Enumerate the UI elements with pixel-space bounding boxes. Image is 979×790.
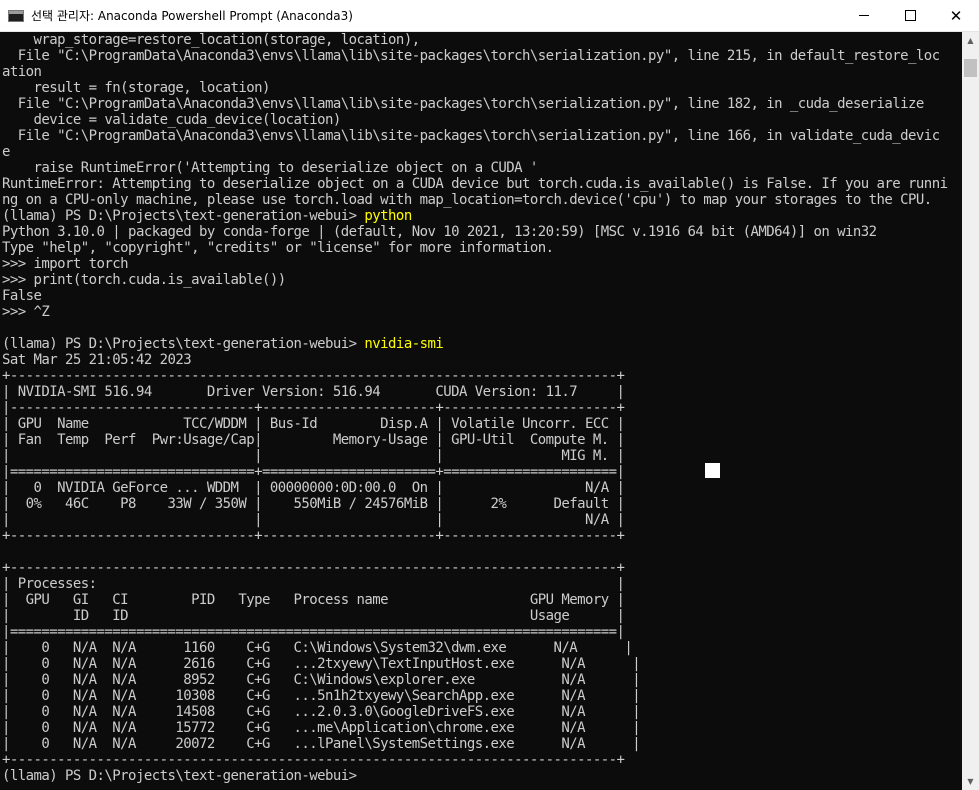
terminal-line: Type "help", "copyright", "credits" or "…: [2, 240, 554, 256]
terminal-line: | | | N/A |: [2, 512, 625, 528]
terminal-line: >>> print(torch.cuda.is_available()): [2, 272, 286, 288]
terminal-line: False: [2, 288, 42, 304]
terminal-line: >>> import torch: [2, 256, 129, 272]
terminal-line: |=======================================…: [2, 624, 625, 640]
terminal-output[interactable]: wrap_storage=restore_location(storage, l…: [0, 32, 962, 790]
terminal-line: e: [2, 144, 10, 160]
scrollbar-thumb[interactable]: [964, 59, 977, 77]
shell-prompt: (llama) PS D:\Projects\text-generation-w…: [2, 336, 365, 352]
window-title: 선택 관리자: Anaconda Powershell Prompt (Anac…: [31, 9, 353, 23]
terminal-line: RuntimeError: Attempting to deserialize …: [2, 176, 948, 192]
terminal-window: 선택 관리자: Anaconda Powershell Prompt (Anac…: [0, 0, 979, 790]
terminal-line: | 0 N/A N/A 2616 C+G ...2txyewy\TextInpu…: [2, 656, 641, 672]
terminal-cursor-block: [705, 463, 720, 478]
terminal-line: | 0 N/A N/A 1160 C+G C:\Windows\System32…: [2, 640, 633, 656]
close-button[interactable]: ✕: [933, 0, 979, 31]
terminal-line: |-------------------------------+-------…: [2, 400, 625, 416]
terminal-line: |===============================+=======…: [2, 464, 625, 480]
terminal-line: File "C:\ProgramData\Anaconda3\envs\llam…: [2, 96, 925, 112]
shell-command: python: [364, 208, 412, 224]
minimize-icon: [859, 15, 869, 16]
maximize-icon: [904, 10, 916, 21]
terminal-line: (llama) PS D:\Projects\text-generation-w…: [2, 208, 947, 224]
terminal-line: (llama) PS D:\Projects\text-generation-w…: [2, 768, 947, 784]
scroll-up-icon[interactable]: ▲: [962, 32, 979, 49]
terminal-line: File "C:\ProgramData\Anaconda3\envs\llam…: [2, 128, 940, 144]
shell-prompt: (llama) PS D:\Projects\text-generation-w…: [2, 768, 365, 784]
maximize-button[interactable]: [887, 0, 933, 31]
terminal-line: | GPU Name TCC/WDDM | Bus-Id Disp.A | Vo…: [2, 416, 625, 432]
terminal-line: | 0% 46C P8 33W / 350W | 550MiB / 24576M…: [2, 496, 625, 512]
terminal-line: | | | MIG M. |: [2, 448, 625, 464]
terminal-line: | 0 N/A N/A 15772 C+G ...me\Application\…: [2, 720, 641, 736]
terminal-line: | Processes: |: [2, 576, 625, 592]
terminal-line: ng on a CPU-only machine, please use tor…: [2, 192, 932, 208]
terminal-line: Sat Mar 25 21:05:42 2023: [2, 352, 192, 368]
terminal-line: +-------------------------------+-------…: [2, 528, 625, 544]
terminal-line: raise RuntimeError('Attempting to deseri…: [2, 160, 539, 176]
terminal-line: | 0 N/A N/A 14508 C+G ...2.0.3.0\GoogleD…: [2, 704, 641, 720]
terminal-line: device = validate_cuda_device(location): [2, 112, 342, 128]
terminal-line: Python 3.10.0 | packaged by conda-forge …: [2, 224, 877, 240]
terminal-line: | 0 NVIDIA GeForce ... WDDM | 00000000:0…: [2, 480, 625, 496]
shell-command: nvidia-smi: [364, 336, 444, 352]
title-bar[interactable]: 선택 관리자: Anaconda Powershell Prompt (Anac…: [0, 0, 979, 32]
terminal-line: | 0 N/A N/A 8952 C+G C:\Windows\explorer…: [2, 672, 641, 688]
terminal-line: File "C:\ProgramData\Anaconda3\envs\llam…: [2, 48, 940, 64]
terminal-line: | 0 N/A N/A 10308 C+G ...5n1h2txyewy\Sea…: [2, 688, 641, 704]
terminal-line: | NVIDIA-SMI 516.94 Driver Version: 516.…: [2, 384, 625, 400]
vertical-scrollbar[interactable]: ▲ ▼: [962, 32, 979, 790]
terminal-line: result = fn(storage, location): [2, 80, 271, 96]
minimize-button[interactable]: [841, 0, 887, 31]
terminal-line: | 0 N/A N/A 20072 C+G ...lPanel\SystemSe…: [2, 736, 641, 752]
scroll-down-icon[interactable]: ▼: [962, 773, 979, 790]
terminal-app-icon: [8, 9, 24, 22]
terminal-lines: wrap_storage=restore_location(storage, l…: [2, 32, 948, 784]
shell-prompt: (llama) PS D:\Projects\text-generation-w…: [2, 208, 365, 224]
terminal-line: | GPU GI CI PID Type Process name GPU Me…: [2, 592, 625, 608]
terminal-line: +---------------------------------------…: [2, 368, 625, 384]
terminal-line: +---------------------------------------…: [2, 560, 625, 576]
terminal-line: | ID ID Usage |: [2, 608, 625, 624]
terminal-line: ation: [2, 64, 42, 80]
terminal-line: +---------------------------------------…: [2, 752, 625, 768]
close-icon: ✕: [949, 6, 963, 25]
terminal-line: >>> ^Z: [2, 304, 50, 320]
terminal-line: | Fan Temp Perf Pwr:Usage/Cap| Memory-Us…: [2, 432, 625, 448]
terminal-line: wrap_storage=restore_location(storage, l…: [2, 32, 421, 48]
terminal-line: (llama) PS D:\Projects\text-generation-w…: [2, 336, 947, 352]
